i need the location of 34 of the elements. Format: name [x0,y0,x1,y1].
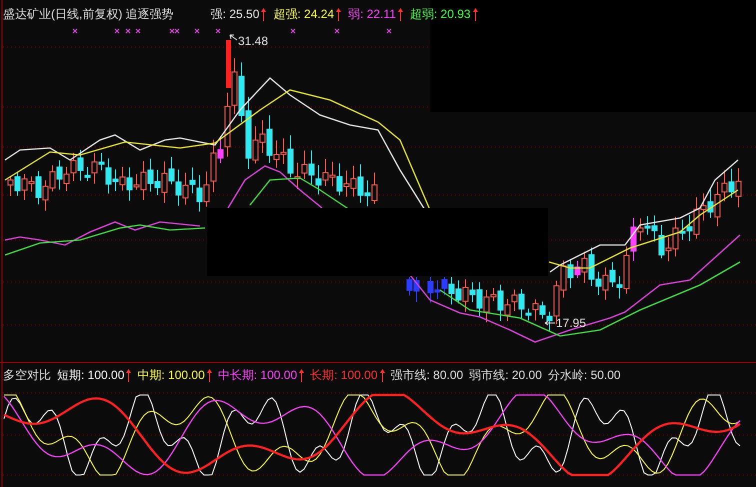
up-arrow-icon [299,368,304,382]
chart-title: 盛达矿业(日线,前复权) 追逐强势 [3,7,174,21]
level-value: 强市线: 80.00 [390,368,464,382]
up-arrow-icon [206,368,212,382]
indicator-value: 弱: 22.11 [348,7,396,21]
up-arrow-icon [126,368,132,382]
cross-marker-icon [216,28,220,34]
level-value: 分水岭: 50.00 [548,368,621,382]
indicator-value: 超强: 24.24 [273,7,334,21]
leader-arrow-icon [230,34,238,40]
cross-marker-icon [136,28,140,34]
cross-marker-icon [334,28,340,34]
cross-marker-icon [194,28,200,34]
up-arrow-icon [398,8,403,20]
indicator-value: 长期: 100.00 [310,368,378,382]
up-arrow-icon [336,8,342,20]
cross-marker-icon [126,28,130,34]
cross-marker-icon [114,28,120,34]
indicator-value: 超弱: 20.93 [410,7,471,21]
high-price-label: 31.48 [238,34,268,48]
indicator-value: 强: 25.50 [210,7,260,21]
indicator-value: 中期: 100.00 [137,368,205,382]
indicator-value: 中长期: 100.00 [218,368,298,382]
cross-marker-icon [72,28,78,34]
leader-arrow-icon [544,320,556,326]
low-price-label: 17.95 [556,316,586,330]
indicator-value: 短期: 100.00 [57,368,124,382]
cross-marker-icon [290,28,296,34]
level-value: 弱市线: 20.00 [469,368,542,382]
up-arrow-icon [380,368,384,382]
indicator-title: 多空对比 [3,368,51,382]
up-arrow-icon [472,8,478,20]
up-arrow-icon [261,8,266,20]
cross-marker-icon [386,28,392,34]
